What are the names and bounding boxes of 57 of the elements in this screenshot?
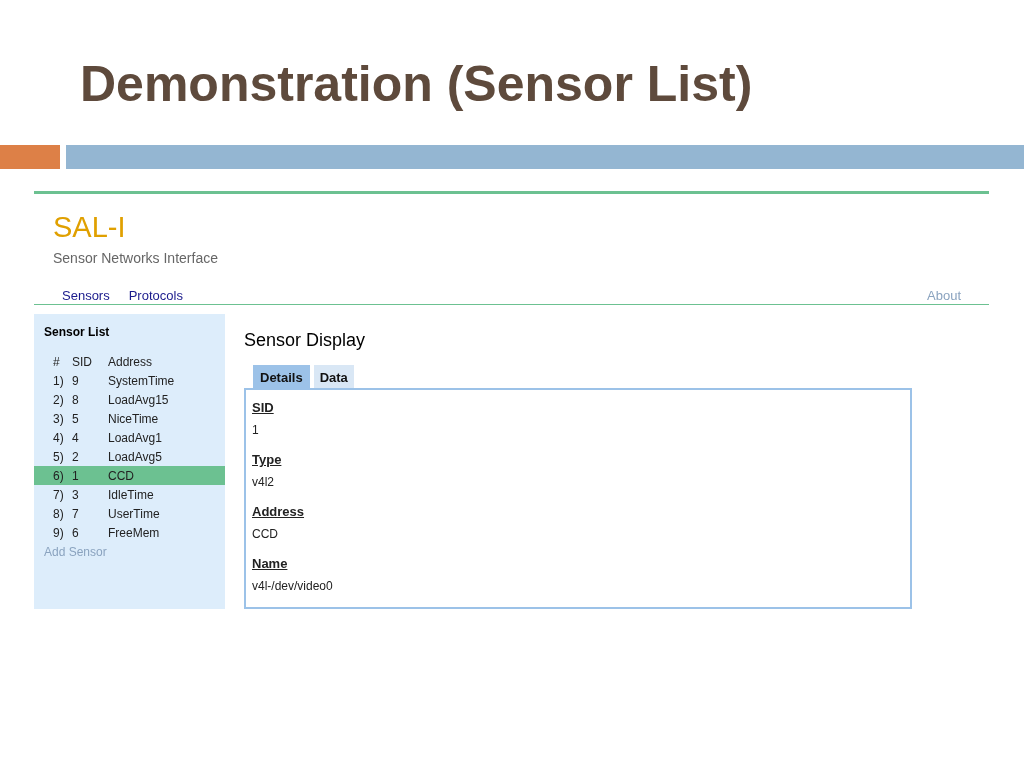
column-header: # xyxy=(53,354,61,369)
sensor-address: IdleTime xyxy=(108,487,155,502)
sensor-address: LoadAvg5 xyxy=(108,449,163,464)
row-index: 2) xyxy=(53,392,65,407)
sensor-id: 4 xyxy=(72,430,80,445)
field-value: v4l-/dev/video0 xyxy=(252,579,334,593)
sensor-address: CCD xyxy=(108,468,135,483)
row-index: 5) xyxy=(53,449,65,464)
sensor-id: 7 xyxy=(72,506,80,521)
sensor-id: 5 xyxy=(72,411,80,426)
app-subtitle: Sensor Networks Interface xyxy=(52,249,219,266)
field-label: Name xyxy=(252,556,288,571)
tab[interactable]: Data xyxy=(313,365,354,388)
sensor-id: 9 xyxy=(72,373,80,388)
sensor-row[interactable]: 8) 7 UserTime xyxy=(34,504,225,523)
sensor-address: LoadAvg15 xyxy=(108,392,170,407)
sensor-address: LoadAvg1 xyxy=(108,430,163,445)
field-label: Type xyxy=(252,452,282,467)
sensor-address: SystemTime xyxy=(108,373,176,388)
accent-bar xyxy=(0,145,60,169)
row-index: 9) xyxy=(53,525,65,540)
row-index: 1) xyxy=(53,373,65,388)
sensor-row[interactable]: 9) 6 FreeMem xyxy=(34,523,225,542)
column-header: Address xyxy=(108,354,154,369)
row-index: 3) xyxy=(53,411,65,426)
row-index: 8) xyxy=(53,506,65,521)
sensor-row[interactable]: 2) 8 LoadAvg15 xyxy=(34,390,225,409)
field-label: SID xyxy=(252,400,274,415)
sensor-id: 8 xyxy=(72,392,80,407)
sensor-row[interactable]: 4) 4 LoadAvg1 xyxy=(34,428,225,447)
row-index: 7) xyxy=(53,487,65,502)
sensor-address: UserTime xyxy=(108,506,161,521)
column-header: SID xyxy=(72,354,93,369)
sensor-id: 3 xyxy=(72,487,80,502)
app-logo-text: SAL-I xyxy=(52,210,127,244)
row-index: 4) xyxy=(53,430,65,445)
sensor-address: FreeMem xyxy=(108,525,161,540)
field-value: CCD xyxy=(252,527,279,541)
nav-link[interactable]: Protocols xyxy=(128,288,183,303)
sensor-row[interactable]: 3) 5 NiceTime xyxy=(34,409,225,428)
section-title: Sensor Display xyxy=(244,329,366,351)
field-value: v4l2 xyxy=(252,475,275,489)
row-index: 6) xyxy=(53,468,65,483)
sensor-address: NiceTime xyxy=(108,411,160,426)
nav-link[interactable]: Sensors xyxy=(62,288,110,303)
field-label: Address xyxy=(252,504,305,519)
panel-title: Sensor List xyxy=(43,325,110,339)
slide-title: Demonstration (Sensor List) xyxy=(79,55,754,114)
sensor-id: 1 xyxy=(72,468,80,483)
sensor-row[interactable]: 7) 3 IdleTime xyxy=(34,485,225,504)
sensor-row[interactable]: 1) 9 SystemTime xyxy=(34,371,225,390)
tab[interactable]: Details xyxy=(253,365,310,388)
sensor-id: 2 xyxy=(72,449,80,464)
sensor-row[interactable]: 5) 2 LoadAvg5 xyxy=(34,447,225,466)
sensor-row[interactable]: 6) 1 CCD xyxy=(34,466,225,485)
field-value: 1 xyxy=(252,423,260,437)
sensor-id: 6 xyxy=(72,525,80,540)
